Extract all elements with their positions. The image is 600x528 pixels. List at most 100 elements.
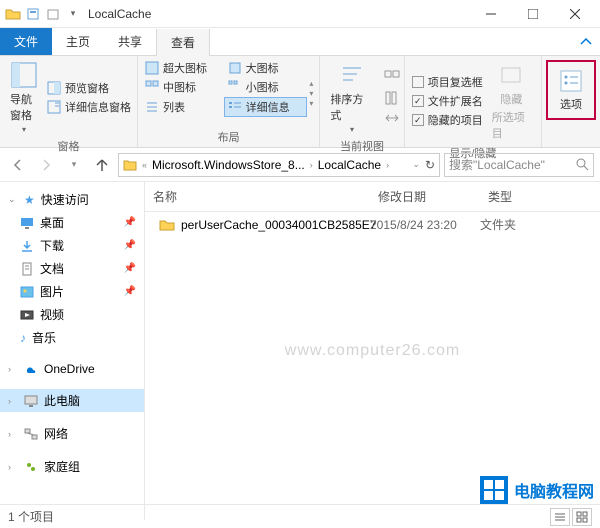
checkbox-checked-icon: ✓	[412, 95, 424, 107]
size-columns-icon[interactable]	[384, 110, 400, 126]
search-icon	[576, 158, 589, 171]
music-icon: ♪	[20, 331, 26, 345]
sidebar-homegroup[interactable]: ›家庭组	[0, 455, 144, 478]
breadcrumb-segment[interactable]: Microsoft.WindowsStore_8...	[152, 158, 305, 172]
add-columns-icon[interactable]	[384, 90, 400, 106]
expand-icon[interactable]: ›	[8, 429, 18, 439]
tab-file[interactable]: 文件	[0, 28, 52, 55]
search-input[interactable]: 搜索"LocalCache"	[444, 153, 594, 177]
expand-icon[interactable]: ›	[8, 396, 18, 406]
folder-icon	[4, 5, 22, 23]
sidebar-pictures[interactable]: 图片📌	[0, 280, 144, 303]
homegroup-icon	[24, 460, 38, 474]
ribbon: 导航窗格 ▾ 预览窗格 详细信息窗格 窗格 超大图标 大图标	[0, 56, 600, 148]
downloads-icon	[20, 239, 34, 253]
sidebar-onedrive[interactable]: ›OneDrive	[0, 359, 144, 379]
maximize-button[interactable]	[512, 1, 554, 27]
file-date: 2015/8/24 23:20	[370, 218, 480, 232]
back-button[interactable]	[6, 153, 30, 177]
view-thumbnails-button[interactable]	[572, 508, 592, 526]
layout-expand[interactable]: ▾	[309, 99, 313, 108]
sidebar-this-pc[interactable]: ›此电脑	[0, 389, 144, 412]
xl-icons-icon	[145, 61, 159, 75]
hide-selected-button[interactable]: 隐藏 所选项目	[486, 59, 537, 143]
chevron-right-icon[interactable]: ›	[307, 160, 316, 170]
title-bar: ▾ LocalCache	[0, 0, 600, 28]
layout-list[interactable]: 列表	[142, 97, 224, 117]
layout-scroll-up[interactable]: ▴	[309, 79, 313, 88]
expand-icon[interactable]: ›	[8, 462, 18, 472]
layout-xl-icons[interactable]: 超大图标	[142, 59, 225, 77]
ribbon-collapse-button[interactable]	[572, 28, 600, 55]
file-type: 文件夹	[480, 216, 600, 233]
tab-home[interactable]: 主页	[52, 28, 104, 55]
search-placeholder: 搜索"LocalCache"	[449, 156, 545, 173]
pc-icon	[24, 394, 38, 408]
network-icon	[24, 427, 38, 441]
tab-view[interactable]: 查看	[156, 29, 210, 56]
forward-button[interactable]	[34, 153, 58, 177]
column-type[interactable]: 类型	[480, 182, 600, 211]
refresh-button[interactable]: ↻	[425, 158, 435, 172]
list-item[interactable]: perUserCache_00034001CB2585E7 2015/8/24 …	[145, 212, 600, 237]
sidebar-quick-access[interactable]: ⌄★快速访问	[0, 188, 144, 211]
details-pane-button[interactable]: 详细信息窗格	[44, 98, 134, 116]
options-button[interactable]: 选项	[550, 64, 592, 116]
column-name[interactable]: 名称	[145, 182, 370, 211]
layout-l-icons[interactable]: 大图标	[225, 59, 308, 77]
qat-dropdown-icon[interactable]: ▾	[64, 5, 82, 23]
recent-dropdown[interactable]: ▾	[62, 153, 86, 177]
tab-share[interactable]: 共享	[104, 28, 156, 55]
details-icon	[228, 100, 242, 114]
sidebar-network[interactable]: ›网络	[0, 422, 144, 445]
item-checkboxes-toggle[interactable]: 项目复选框	[409, 73, 486, 91]
column-headers: 名称 修改日期 类型	[145, 182, 600, 212]
brand-text: 电脑教程网	[514, 478, 594, 502]
minimize-button[interactable]	[470, 1, 512, 27]
pin-icon: 📌	[124, 240, 136, 251]
details-pane-icon	[47, 100, 61, 114]
qat-properties-icon[interactable]	[24, 5, 42, 23]
sidebar-documents[interactable]: 文档📌	[0, 257, 144, 280]
sidebar-desktop[interactable]: 桌面📌	[0, 211, 144, 234]
column-date[interactable]: 修改日期	[370, 182, 480, 211]
view-details-button[interactable]	[550, 508, 570, 526]
videos-icon	[20, 308, 34, 322]
sidebar-videos[interactable]: 视频	[0, 303, 144, 326]
close-button[interactable]	[554, 1, 596, 27]
star-icon: ★	[24, 193, 35, 207]
file-extensions-toggle[interactable]: ✓文件扩展名	[409, 92, 486, 110]
address-dropdown[interactable]: ⌄	[409, 159, 423, 170]
sort-by-button[interactable]: 排序方式 ▾	[324, 59, 379, 136]
group-layout-label: 布局	[142, 127, 315, 147]
qat-newfolder-icon[interactable]	[44, 5, 62, 23]
group-by-icon[interactable]	[384, 70, 400, 86]
options-icon	[558, 68, 584, 94]
layout-s-icons[interactable]: 小图标	[225, 78, 308, 96]
watermark-text: www.computer26.com	[285, 342, 460, 360]
layout-m-icons[interactable]: 中图标	[142, 78, 225, 96]
pin-icon: 📌	[124, 263, 136, 274]
up-button[interactable]	[90, 153, 114, 177]
layout-scroll-down[interactable]: ▾	[309, 89, 313, 98]
hidden-items-toggle[interactable]: ✓隐藏的项目	[409, 111, 486, 129]
chevron-left-icon[interactable]: «	[139, 160, 150, 170]
sidebar-downloads[interactable]: 下载📌	[0, 234, 144, 257]
pictures-icon	[20, 285, 34, 299]
breadcrumb[interactable]: « Microsoft.WindowsStore_8... › LocalCac…	[118, 153, 440, 177]
expand-icon[interactable]: ⌄	[8, 194, 18, 205]
options-button-highlight: 选项	[546, 60, 596, 120]
folder-icon	[123, 158, 137, 172]
checkbox-checked-icon: ✓	[412, 114, 424, 126]
pin-icon: 📌	[124, 217, 136, 228]
navigation-pane-button[interactable]: 导航窗格 ▾	[4, 59, 44, 136]
brand-overlay: 电脑教程网	[480, 476, 594, 504]
layout-details[interactable]: 详细信息	[224, 97, 308, 117]
file-name: perUserCache_00034001CB2585E7	[181, 218, 376, 232]
chevron-right-icon[interactable]: ›	[383, 160, 392, 170]
breadcrumb-segment[interactable]: LocalCache	[318, 158, 381, 172]
preview-pane-button[interactable]: 预览窗格	[44, 79, 134, 97]
sidebar-music[interactable]: ♪音乐	[0, 326, 144, 349]
ribbon-tabs: 文件 主页 共享 查看	[0, 28, 600, 56]
expand-icon[interactable]: ›	[8, 364, 18, 374]
